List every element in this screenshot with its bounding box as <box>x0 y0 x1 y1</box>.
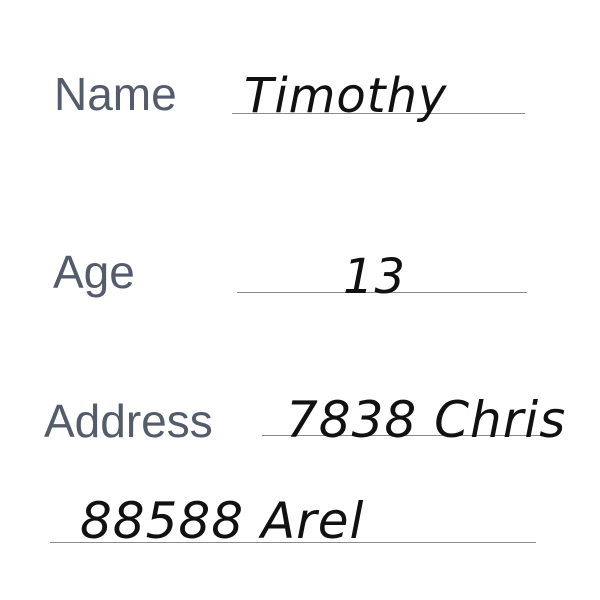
name-label: Name <box>54 68 177 120</box>
age-label: Age <box>53 246 135 298</box>
name-value: Timothy <box>244 68 448 124</box>
age-value: 13 <box>343 249 407 305</box>
address-label: Address <box>44 395 213 447</box>
address-value-line-2: 88588 Arel <box>80 492 365 550</box>
address-value-line-1: 7838 Chris <box>286 391 567 449</box>
